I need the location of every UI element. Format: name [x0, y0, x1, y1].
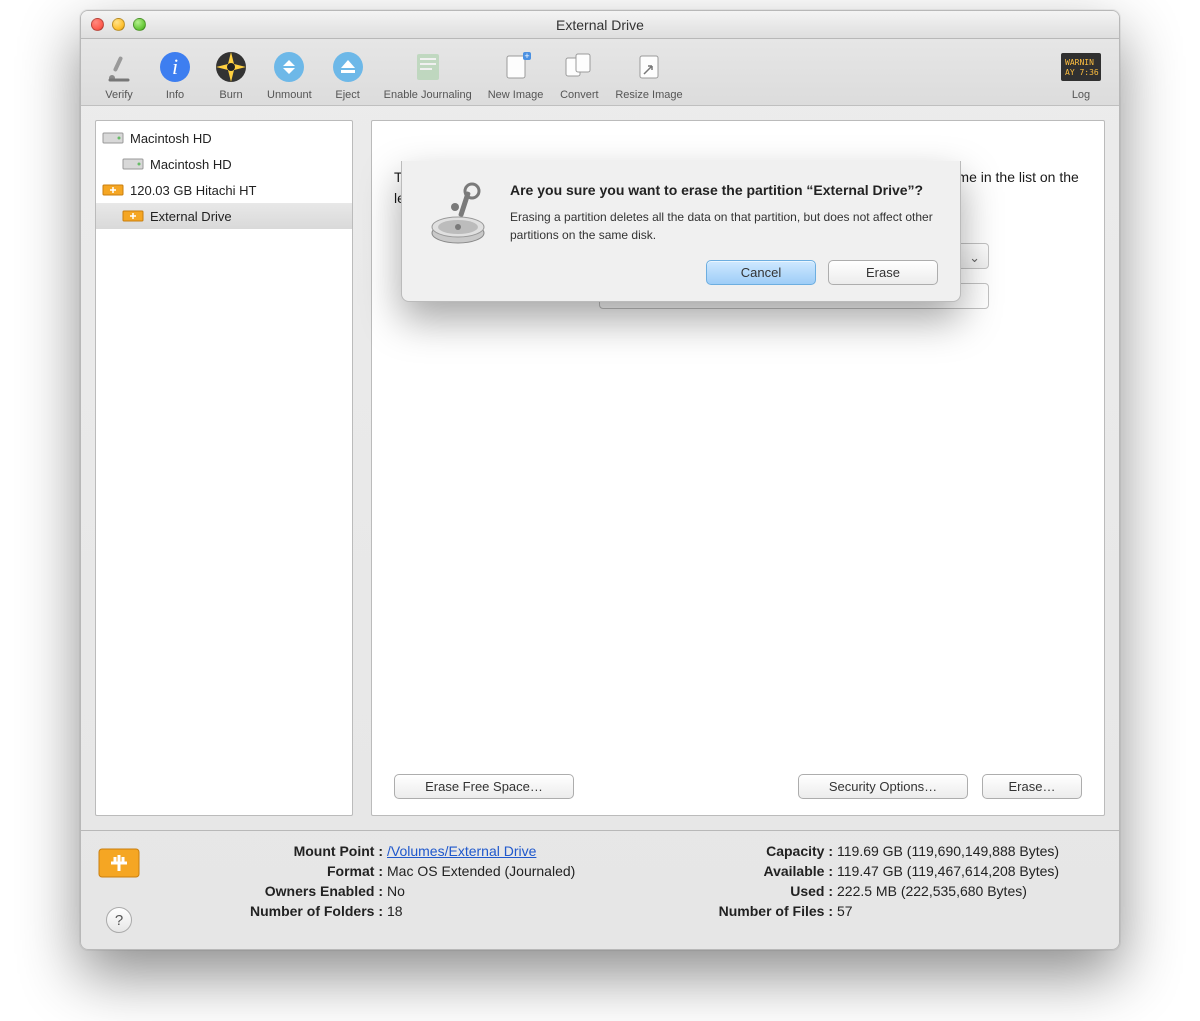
minimize-button[interactable] [112, 18, 125, 31]
svg-text:+: + [524, 51, 529, 61]
sidebar-item-label: Macintosh HD [130, 131, 212, 146]
files-label: Number of Files : [647, 903, 837, 919]
toolbar-new-image[interactable]: + New Image [480, 45, 552, 103]
app-window: External Drive Verify i Info Burn Unmoun [80, 10, 1120, 950]
info-footer: ? Mount Point : /Volumes/External Drive … [81, 830, 1119, 949]
svg-text:i: i [172, 54, 178, 79]
sidebar-item-label: External Drive [150, 209, 232, 224]
mount-point-label: Mount Point : [157, 843, 387, 859]
journaling-icon [408, 47, 448, 87]
toolbar-unmount[interactable]: Unmount [259, 45, 320, 103]
toolbar-label: Enable Journaling [384, 89, 472, 101]
resize-icon [629, 47, 669, 87]
new-image-icon: + [496, 47, 536, 87]
toolbar: Verify i Info Burn Unmount Eject [81, 39, 1119, 106]
available-value: 119.47 GB (119,467,614,208 Bytes) [837, 863, 1103, 879]
format-value: Mac OS Extended (Journaled) [387, 863, 647, 879]
toolbar-info[interactable]: i Info [147, 45, 203, 103]
used-value: 222.5 MB (222,535,680 Bytes) [837, 883, 1103, 899]
convert-icon [559, 47, 599, 87]
toolbar-label: Verify [105, 89, 133, 101]
sidebar-item-volume-1[interactable]: External Drive [96, 203, 352, 229]
confirm-sheet: Are you sure you want to erase the parti… [401, 161, 961, 302]
sidebar-item-disk-0[interactable]: Macintosh HD [96, 125, 352, 151]
toolbar-label: Log [1072, 89, 1090, 101]
toolbar-label: New Image [488, 89, 544, 101]
sidebar-item-label: Macintosh HD [150, 157, 232, 172]
info-icon: i [155, 47, 195, 87]
format-label: Format : [157, 863, 387, 879]
sheet-erase-button[interactable]: Erase [828, 260, 938, 285]
unmount-icon [269, 47, 309, 87]
sidebar: Macintosh HD Macintosh HD 120.03 GB Hita… [95, 120, 353, 816]
security-options-button[interactable]: Security Options… [798, 774, 968, 799]
usb-disk-icon [97, 843, 141, 883]
toolbar-label: Info [166, 89, 184, 101]
bottom-buttons: Erase Free Space… Security Options… Eras… [394, 754, 1082, 799]
disk-icon [102, 128, 124, 148]
toolbar-verify[interactable]: Verify [91, 45, 147, 103]
close-button[interactable] [91, 18, 104, 31]
toolbar-label: Convert [560, 89, 599, 101]
capacity-label: Capacity : [647, 843, 837, 859]
toolbar-label: Resize Image [615, 89, 682, 101]
toolbar-label: Eject [335, 89, 359, 101]
sheet-title: Are you sure you want to erase the parti… [510, 181, 938, 200]
toolbar-enable-journaling[interactable]: Enable Journaling [376, 45, 480, 103]
capacity-value: 119.69 GB (119,690,149,888 Bytes) [837, 843, 1103, 859]
mount-point-link[interactable]: /Volumes/External Drive [387, 843, 536, 859]
toolbar-resize-image[interactable]: Resize Image [607, 45, 690, 103]
erase-free-space-button[interactable]: Erase Free Space… [394, 774, 574, 799]
help-button[interactable]: ? [106, 907, 132, 933]
disk-icon [122, 154, 144, 174]
window-controls [91, 18, 146, 31]
sidebar-item-label: 120.03 GB Hitachi HT [130, 183, 256, 198]
titlebar: External Drive [81, 11, 1119, 39]
svg-text:AY 7:36: AY 7:36 [1065, 68, 1099, 77]
used-label: Used : [647, 883, 837, 899]
sheet-cancel-button[interactable]: Cancel [706, 260, 816, 285]
microscope-icon [99, 47, 139, 87]
log-icon: WARNINAY 7:36 [1061, 47, 1101, 87]
toolbar-eject[interactable]: Eject [320, 45, 376, 103]
disk-utility-icon [422, 181, 494, 285]
usb-disk-icon [122, 206, 144, 226]
available-label: Available : [647, 863, 837, 879]
toolbar-burn[interactable]: Burn [203, 45, 259, 103]
sheet-description: Erasing a partition deletes all the data… [510, 208, 938, 244]
window-title: External Drive [81, 17, 1119, 33]
folders-value: 18 [387, 903, 647, 919]
eject-icon [328, 47, 368, 87]
toolbar-convert[interactable]: Convert [551, 45, 607, 103]
files-value: 57 [837, 903, 1103, 919]
erase-button[interactable]: Erase… [982, 774, 1082, 799]
owners-label: Owners Enabled : [157, 883, 387, 899]
owners-value: No [387, 883, 647, 899]
usb-disk-icon [102, 180, 124, 200]
toolbar-log[interactable]: WARNINAY 7:36 Log [1053, 45, 1109, 103]
toolbar-label: Unmount [267, 89, 312, 101]
svg-text:WARNIN: WARNIN [1065, 58, 1094, 67]
zoom-button[interactable] [133, 18, 146, 31]
toolbar-label: Burn [219, 89, 242, 101]
sidebar-item-volume-0[interactable]: Macintosh HD [96, 151, 352, 177]
folders-label: Number of Folders : [157, 903, 387, 919]
sidebar-item-disk-1[interactable]: 120.03 GB Hitachi HT [96, 177, 352, 203]
burn-icon [211, 47, 251, 87]
